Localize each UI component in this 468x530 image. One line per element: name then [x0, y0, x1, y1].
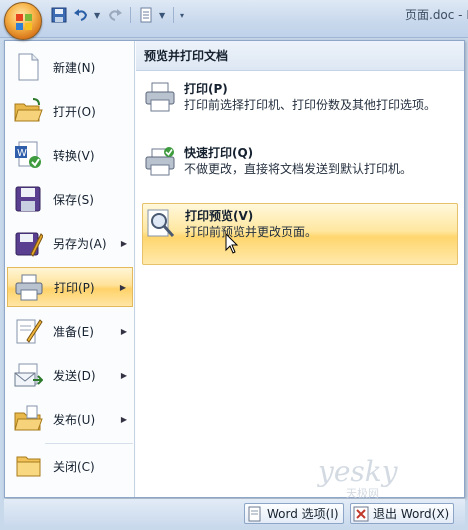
format-dropdown-icon[interactable]: ▼ — [159, 11, 167, 20]
submenu-arrow-icon: ▶ — [120, 414, 127, 424]
watermark-logo: yesky 天极网 — [318, 455, 458, 500]
print-preview-title: 打印预览(V) — [185, 209, 254, 223]
print-option-desc: 打印前选择打印机、打印份数及其他打印选项。 — [184, 98, 437, 112]
print-option-title: 打印(P) — [184, 82, 228, 96]
office-menu: 新建(N) 打开(O) W 转换(V) 保存(S) 另存为(A) ▶ 打印(P)… — [4, 40, 465, 498]
menu-item-prepare[interactable]: 准备(E) ▶ — [7, 311, 133, 351]
quick-print-title: 快速打印(Q) — [184, 146, 254, 160]
send-icon — [13, 360, 44, 390]
mouse-cursor-icon — [225, 233, 239, 254]
customize-icon[interactable]: ▾ — [180, 11, 190, 20]
print-preview-option[interactable]: 打印预览(V) 打印前预览并更改页面。 — [142, 203, 458, 265]
close-x-icon — [353, 506, 369, 521]
exit-word-label: 退出 Word(X) — [373, 507, 450, 521]
menu-item-label: 保存(S) — [53, 192, 94, 207]
menu-item-open[interactable]: 打开(O) — [7, 91, 133, 131]
toolbar-separator — [173, 7, 174, 23]
menu-item-label: 另存为(A) — [53, 236, 107, 251]
prepare-icon — [13, 316, 43, 346]
publish-icon — [13, 404, 43, 434]
toolbar-separator — [130, 7, 131, 23]
menu-item-print[interactable]: 打印(P) ▶ — [7, 267, 133, 307]
close-folder-icon — [13, 451, 43, 481]
menu-item-label: 发送(D) — [53, 368, 96, 383]
window-title: 页面.doc - M — [405, 8, 468, 22]
menu-bottom-bar: Word 选项(I) 退出 Word(X) — [4, 499, 465, 527]
office-logo-icon — [16, 14, 32, 30]
format-icon[interactable] — [137, 6, 155, 24]
printer-icon — [14, 272, 44, 302]
watermark-line2: 天极网 — [346, 487, 379, 500]
menu-item-label: 打印(P) — [54, 280, 95, 295]
open-folder-icon — [13, 96, 43, 126]
title-bar: ▼ ▼ ▾ 页面.doc - M — [0, 0, 468, 40]
menu-divider — [45, 443, 133, 444]
document-options-icon — [248, 506, 261, 521]
undo-icon[interactable] — [72, 6, 90, 24]
menu-item-label: 发布(U) — [53, 412, 96, 427]
panel-title: 预览并打印文档 — [136, 41, 464, 71]
new-document-icon — [13, 52, 43, 82]
printer-icon — [144, 81, 176, 113]
submenu-arrow-icon: ▶ — [120, 238, 127, 248]
submenu-arrow-icon: ▶ — [120, 326, 127, 336]
menu-left-column: 新建(N) 打开(O) W 转换(V) 保存(S) 另存为(A) ▶ 打印(P)… — [5, 41, 135, 497]
menu-item-convert[interactable]: W 转换(V) — [7, 135, 133, 175]
redo-icon[interactable] — [106, 6, 124, 24]
word-options-button[interactable]: Word 选项(I) — [244, 503, 344, 524]
menu-item-publish[interactable]: 发布(U) ▶ — [7, 399, 133, 439]
menu-item-save[interactable]: 保存(S) — [7, 179, 133, 219]
submenu-arrow-icon: ▶ — [119, 282, 126, 292]
menu-item-label: 新建(N) — [53, 60, 96, 75]
undo-dropdown-icon[interactable]: ▼ — [94, 11, 102, 20]
quick-print-icon — [144, 145, 176, 177]
print-preview-icon — [145, 208, 177, 240]
menu-item-new[interactable]: 新建(N) — [7, 47, 133, 87]
exit-word-button[interactable]: 退出 Word(X) — [350, 503, 455, 524]
menu-item-send[interactable]: 发送(D) ▶ — [7, 355, 133, 395]
submenu-arrow-icon: ▶ — [120, 370, 127, 380]
print-option[interactable]: 打印(P) 打印前选择打印机、打印份数及其他打印选项。 — [142, 79, 458, 116]
menu-item-close[interactable]: 关闭(C) — [7, 446, 133, 486]
menu-item-label: 关闭(C) — [53, 459, 95, 474]
quick-print-desc: 不做更改，直接将文档发送到默认打印机。 — [184, 162, 413, 176]
quick-print-option[interactable]: 快速打印(Q) 不做更改，直接将文档发送到默认打印机。 — [142, 143, 458, 180]
quick-access-toolbar: ▼ ▼ ▾ — [50, 4, 190, 26]
menu-right-panel: 预览并打印文档 打印(P) 打印前选择打印机、打印份数及其他打印选项。 快速打印… — [136, 41, 464, 497]
menu-item-label: 准备(E) — [53, 324, 94, 339]
save-icon[interactable] — [50, 6, 68, 24]
menu-item-label: 转换(V) — [53, 148, 95, 163]
menu-item-label: 打开(O) — [53, 104, 96, 119]
save-as-icon — [13, 228, 44, 258]
menu-item-save-as[interactable]: 另存为(A) ▶ — [7, 223, 133, 263]
save-disk-icon — [13, 184, 43, 214]
convert-icon: W — [13, 140, 43, 170]
office-button[interactable] — [4, 2, 42, 40]
watermark-line1: yesky — [318, 455, 398, 488]
svg-text:W: W — [17, 148, 27, 159]
word-options-label: Word 选项(I) — [267, 507, 339, 521]
